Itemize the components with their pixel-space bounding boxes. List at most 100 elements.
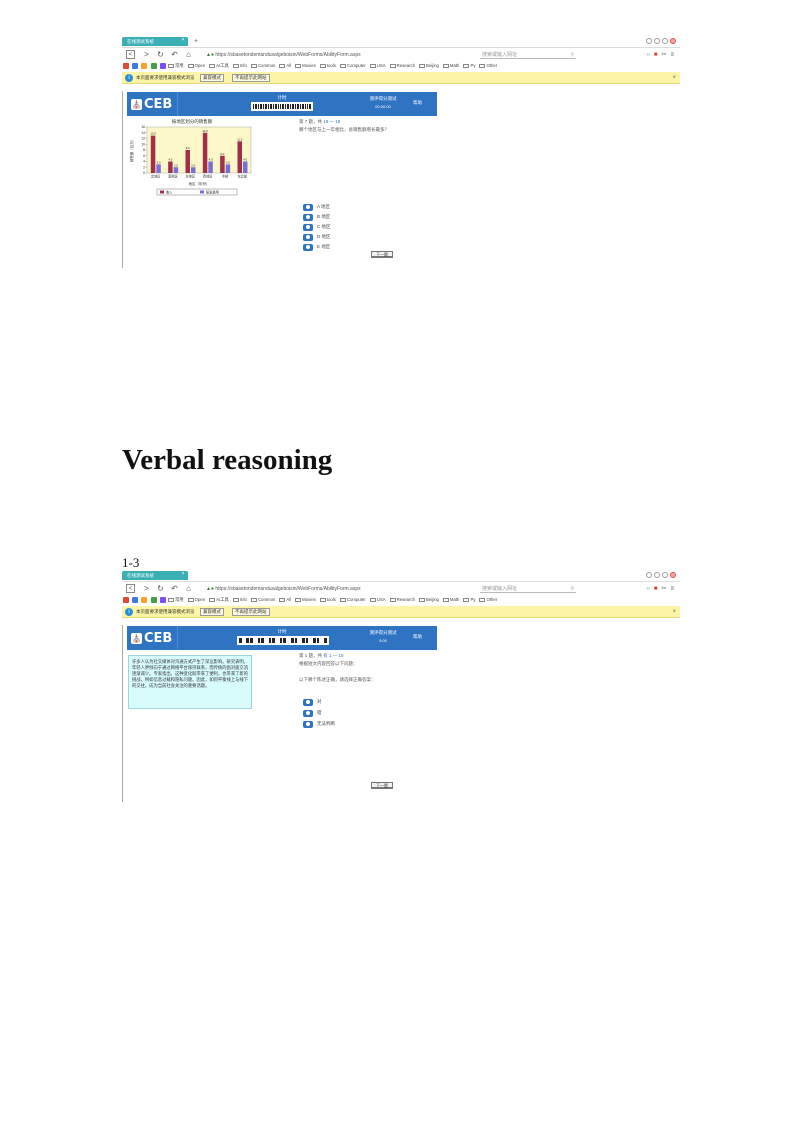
bookmark-folder[interactable]: Common xyxy=(250,61,275,71)
search-input[interactable]: 搜索或输入网址 ⚲ xyxy=(480,51,576,59)
scissors-icon[interactable]: ✂ xyxy=(661,585,666,593)
tab-close-icon[interactable]: × xyxy=(179,37,187,44)
radio-icon[interactable] xyxy=(303,213,313,221)
bookmark-folder[interactable]: Info xyxy=(232,61,247,71)
radio-icon[interactable] xyxy=(303,698,313,706)
bookmark-folder[interactable]: tools xyxy=(319,61,336,71)
refresh-icon[interactable]: ↻ xyxy=(156,50,165,59)
radio-icon[interactable] xyxy=(303,709,313,717)
new-tab-button[interactable]: + xyxy=(192,37,200,46)
bookmark-folder[interactable]: Computer xyxy=(339,61,366,71)
bookmark-icon[interactable] xyxy=(141,62,148,69)
extension-icon[interactable]: ■ xyxy=(654,585,658,593)
answer-option[interactable]: B 地区 xyxy=(303,213,330,221)
bookmark-folder[interactable]: Other xyxy=(479,61,497,71)
address-bar[interactable]: ▲● https://sbasetondemandusalgeboisin/We… xyxy=(206,585,476,593)
bookmark-folder[interactable]: All xyxy=(279,61,291,71)
search-icon[interactable]: ⚲ xyxy=(570,585,574,593)
radio-icon[interactable] xyxy=(303,203,313,211)
maximize-icon[interactable] xyxy=(662,572,668,578)
shield-icon[interactable]: ○ xyxy=(646,51,650,59)
bookmark-folder[interactable]: Movies xyxy=(295,595,316,605)
scissors-icon[interactable]: ✂ xyxy=(661,51,666,59)
bookmark-folder[interactable]: Other xyxy=(479,595,497,605)
bookmark-folder[interactable]: 常用 xyxy=(168,595,184,605)
bookmark-folder[interactable]: Beijing xyxy=(418,61,439,71)
home-icon[interactable]: ⌂ xyxy=(184,584,193,593)
radio-icon[interactable] xyxy=(303,223,313,231)
bookmark-folder[interactable]: AI工具 xyxy=(209,595,229,605)
bookmark-icon[interactable] xyxy=(132,62,139,69)
info-close-icon[interactable]: × xyxy=(672,72,676,84)
forward-icon[interactable]: > xyxy=(142,50,151,59)
info-close-icon[interactable]: × xyxy=(672,606,676,618)
bookmark-icon[interactable] xyxy=(159,62,166,69)
minimize-icon[interactable] xyxy=(646,572,652,578)
refresh-icon[interactable]: ↻ xyxy=(156,584,165,593)
answer-option[interactable]: A 地区 xyxy=(303,203,330,211)
bookmark-folder[interactable]: Py xyxy=(463,595,475,605)
bookmark-folder[interactable]: Open xyxy=(187,595,205,605)
dismiss-prompt-button[interactable]: 不再提示此网站 xyxy=(232,608,270,616)
bookmark-icon[interactable] xyxy=(123,62,129,69)
help-link[interactable]: 帮助 xyxy=(413,100,422,106)
bookmark-folder[interactable]: Research xyxy=(389,61,415,71)
bookmark-folder[interactable]: Computer xyxy=(339,595,366,605)
next-button[interactable]: 下一题 xyxy=(371,782,393,789)
help-link[interactable]: 帮助 xyxy=(413,634,422,640)
radio-icon[interactable] xyxy=(303,233,313,241)
bookmark-folder[interactable]: Movies xyxy=(295,61,316,71)
radio-icon[interactable] xyxy=(303,720,313,728)
home-icon[interactable]: ⌂ xyxy=(184,50,193,59)
forward-icon[interactable]: > xyxy=(142,584,151,593)
bookmark-folder[interactable]: Math xyxy=(442,61,459,71)
maximize-icon[interactable] xyxy=(662,38,668,44)
answer-option[interactable]: 错 xyxy=(303,709,322,717)
bookmark-folder[interactable]: Beijing xyxy=(418,595,439,605)
back-icon[interactable]: < xyxy=(126,584,135,593)
shield-icon[interactable]: ○ xyxy=(646,585,650,593)
answer-option[interactable]: E 地区 xyxy=(303,243,330,251)
settings-icon[interactable] xyxy=(654,572,660,578)
extension-icon[interactable]: ■ xyxy=(654,51,658,59)
close-window-icon[interactable] xyxy=(670,572,676,578)
bookmark-icon[interactable] xyxy=(123,596,129,603)
bookmark-folder[interactable]: Py xyxy=(463,61,475,71)
dismiss-prompt-button[interactable]: 不再提示此网站 xyxy=(232,74,270,82)
bookmark-folder[interactable]: Research xyxy=(389,595,415,605)
bookmark-folder[interactable]: 常用 xyxy=(168,61,184,71)
bookmark-icon[interactable] xyxy=(132,596,139,603)
radio-icon[interactable] xyxy=(303,243,313,251)
bookmark-folder[interactable]: Open xyxy=(187,61,205,71)
menu-icon[interactable]: ≡ xyxy=(670,51,674,59)
bookmark-folder[interactable]: USA xyxy=(369,61,386,71)
bookmark-icon[interactable] xyxy=(150,596,157,603)
compat-mode-button[interactable]: 兼容模式 xyxy=(200,608,224,616)
undo-icon[interactable]: ↶ xyxy=(170,584,179,593)
menu-icon[interactable]: ≡ xyxy=(670,585,674,593)
tab-close-icon[interactable]: × xyxy=(179,571,187,578)
bookmark-folder[interactable]: Info xyxy=(232,595,247,605)
minimize-icon[interactable] xyxy=(646,38,652,44)
search-icon[interactable]: ⚲ xyxy=(570,51,574,59)
answer-option[interactable]: D 地区 xyxy=(303,233,331,241)
back-icon[interactable]: < xyxy=(126,50,135,59)
bookmark-icon[interactable] xyxy=(159,596,166,603)
undo-icon[interactable]: ↶ xyxy=(170,50,179,59)
answer-option[interactable]: 无法判断 xyxy=(303,720,335,728)
compat-mode-button[interactable]: 兼容模式 xyxy=(200,74,224,82)
bookmark-icon[interactable] xyxy=(150,62,157,69)
bookmark-folder[interactable]: Math xyxy=(442,595,459,605)
answer-option[interactable]: C 地区 xyxy=(303,223,331,231)
search-input[interactable]: 搜索或输入网址 ⚲ xyxy=(480,585,576,593)
next-button[interactable]: 下一题 xyxy=(371,251,393,258)
bookmark-icon[interactable] xyxy=(141,596,148,603)
answer-option[interactable]: 对 xyxy=(303,698,322,706)
bookmark-folder[interactable]: USA xyxy=(369,595,386,605)
address-bar[interactable]: ▲● https://sbasetondemandusalgeboisin/We… xyxy=(206,51,476,59)
close-window-icon[interactable] xyxy=(670,38,676,44)
bookmark-folder[interactable]: AI工具 xyxy=(209,61,229,71)
settings-icon[interactable] xyxy=(654,38,660,44)
bookmark-folder[interactable]: Common xyxy=(250,595,275,605)
bookmark-folder[interactable]: All xyxy=(279,595,291,605)
